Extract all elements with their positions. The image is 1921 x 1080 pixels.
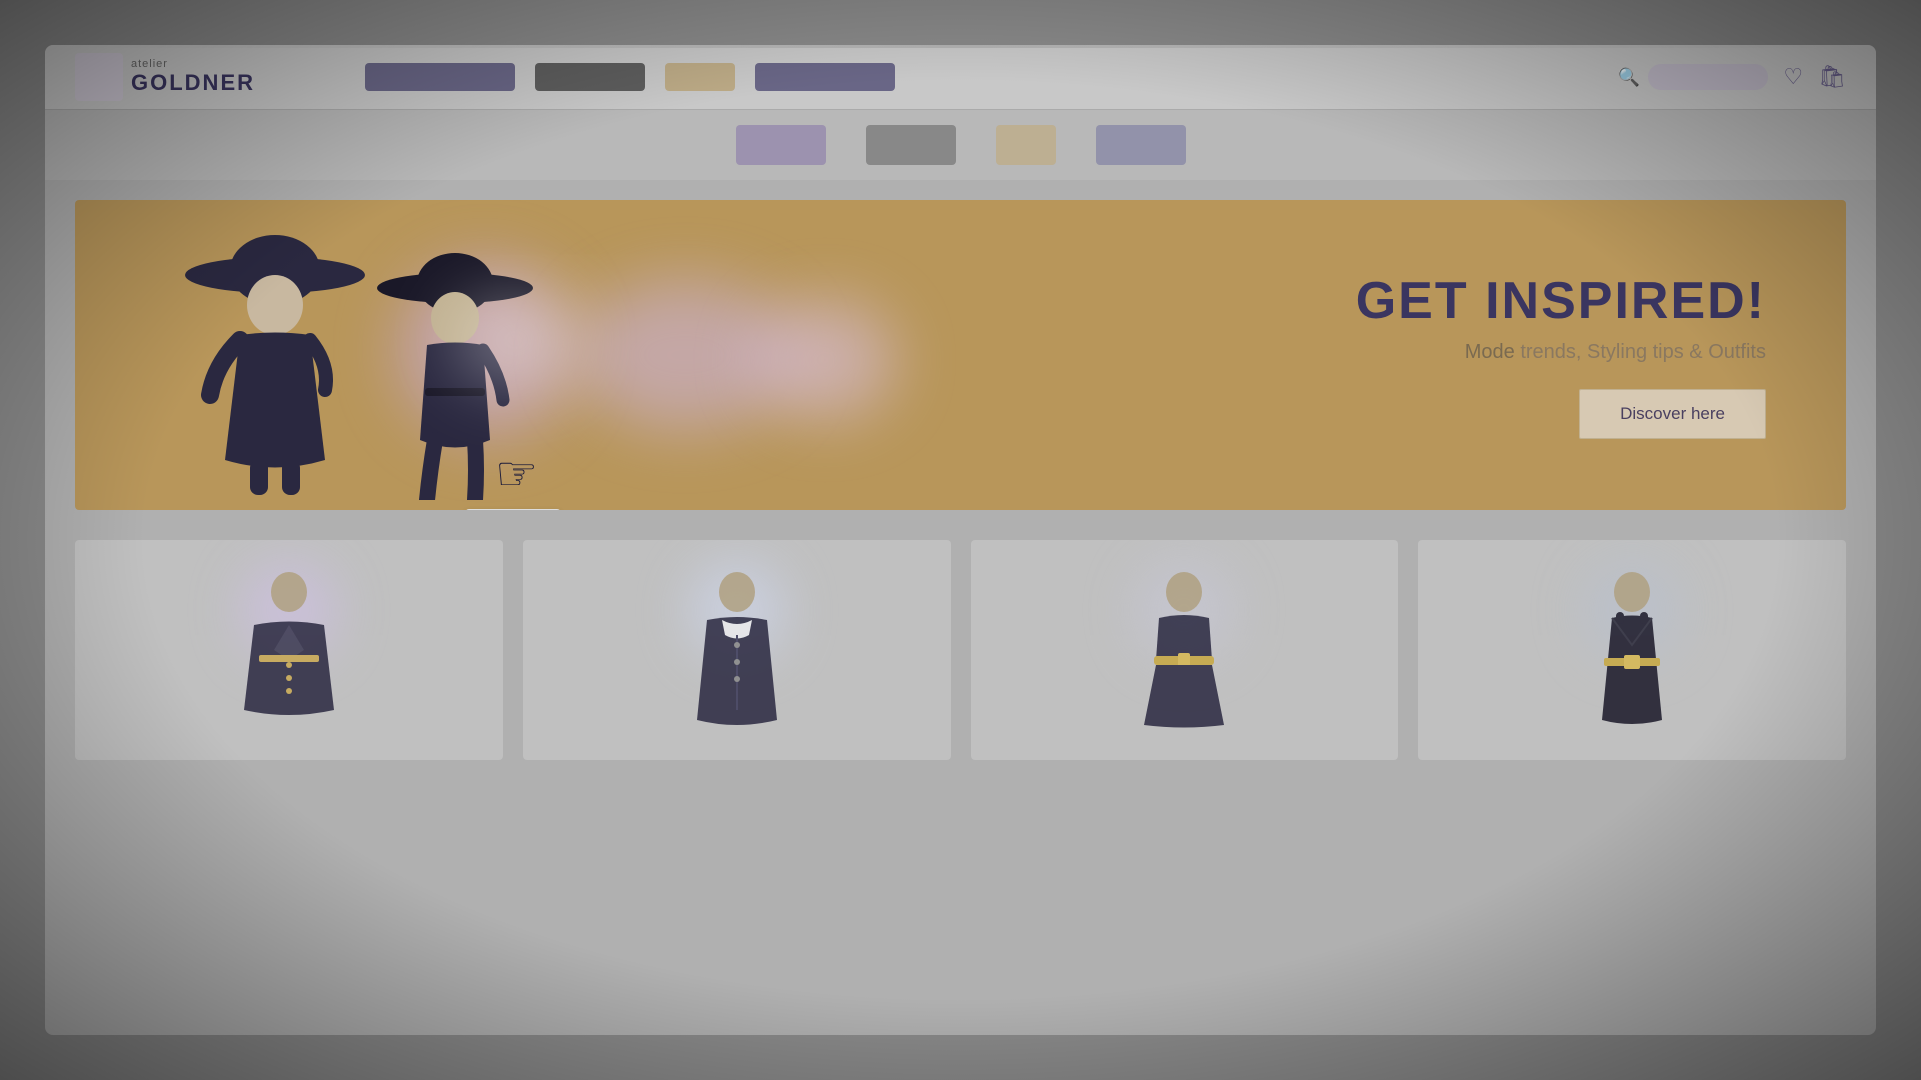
search-area: 🔍 (1618, 64, 1768, 90)
category-img-3 (996, 125, 1056, 165)
cart-icon[interactable]: 🛍 (1818, 64, 1846, 90)
category-img-2 (866, 125, 956, 165)
banner-title: GET INSPIRED! (1356, 271, 1766, 331)
nav-item-1[interactable] (365, 63, 515, 91)
nav-item-4[interactable] (755, 63, 895, 91)
logo-brand-name: GOLDNER (131, 70, 255, 96)
product-card-1[interactable] (75, 540, 503, 760)
banner-subtitle: Mode trends, Styling tips & Outfits (1356, 341, 1766, 364)
nav-item-3[interactable] (665, 63, 735, 91)
logo[interactable]: atelier GOLDNER (75, 53, 255, 101)
category-row (45, 110, 1876, 180)
category-img-4 (1096, 125, 1186, 165)
main-nav (365, 63, 1588, 91)
product-card-2[interactable] (523, 540, 951, 760)
click-count-badge: 236 clicks (465, 509, 561, 510)
product-row (75, 540, 1846, 780)
subtitle-prefix: Mode (1465, 341, 1515, 363)
logo-text: atelier GOLDNER (131, 58, 255, 96)
category-item-2[interactable] (866, 125, 956, 165)
category-img-1 (736, 125, 826, 165)
banner-text-area: GET INSPIRED! Mode trends, Styling tips … (1356, 271, 1766, 439)
discover-button[interactable]: Discover here (1579, 389, 1766, 439)
search-icon[interactable]: 🔍 (1618, 67, 1640, 88)
category-item-1[interactable] (736, 125, 826, 165)
hero-banner[interactable]: GET INSPIRED! Mode trends, Styling tips … (75, 200, 1846, 510)
product-card-4[interactable] (1418, 540, 1846, 760)
site-header: atelier GOLDNER 🔍 ♡ 🛍 (45, 45, 1876, 110)
glow-center (455, 300, 575, 380)
category-item-3[interactable] (996, 125, 1056, 165)
product-figure-3 (1124, 570, 1244, 730)
main-content: GET INSPIRED! Mode trends, Styling tips … (45, 180, 1876, 1035)
header-actions: 🔍 ♡ 🛍 (1618, 64, 1846, 90)
blob-3 (755, 300, 895, 420)
product-figure-4 (1572, 570, 1692, 730)
browser-window: atelier GOLDNER 🔍 ♡ 🛍 (45, 45, 1876, 1035)
logo-atelier: atelier (131, 58, 255, 70)
logo-icon (75, 53, 123, 101)
search-bar[interactable] (1648, 64, 1768, 90)
product-figure-2 (677, 570, 797, 730)
wishlist-icon[interactable]: ♡ (1783, 64, 1803, 90)
category-item-4[interactable] (1096, 125, 1186, 165)
product-card-3[interactable] (971, 540, 1399, 760)
product-figure-1 (229, 570, 349, 730)
nav-item-2[interactable] (535, 63, 645, 91)
subtitle-rest: trends, Styling tips & Outfits (1515, 341, 1766, 363)
cursor-hand-icon: ☞ (495, 446, 538, 502)
